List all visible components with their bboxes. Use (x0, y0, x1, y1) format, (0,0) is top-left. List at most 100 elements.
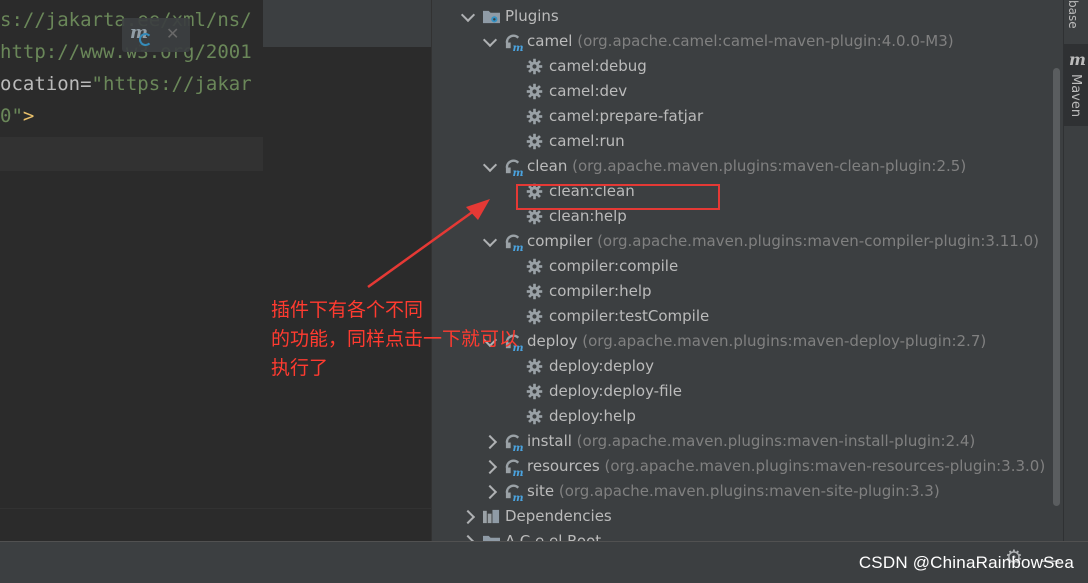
maven-plugin-icon: m (504, 233, 524, 254)
maven-plugin-icon: m (504, 33, 524, 54)
maven-plugin-icon: m (504, 483, 524, 504)
node-name: compiler (527, 232, 593, 250)
maven-reload-icon[interactable]: m (130, 23, 152, 46)
annotation-line: 执行了 (271, 357, 329, 379)
node-coordinates: (org.apache.camel:camel-maven-plugin:4.0… (572, 32, 954, 50)
tree-node-label: camel:prepare-fatjar (549, 104, 703, 129)
tree-node-label: Plugins (505, 4, 559, 29)
svg-text:m: m (513, 492, 523, 502)
database-tab[interactable]: base (1066, 0, 1080, 29)
gear-icon (526, 408, 544, 426)
tree-node-clean[interactable]: m clean (org.apache.maven.plugins:maven-c… (432, 154, 1052, 179)
tree-node-compiler[interactable]: m compiler (org.apache.maven.plugins:mave… (432, 229, 1052, 254)
tree-node-camel[interactable]: m camel (org.apache.camel:camel-maven-plu… (432, 29, 1052, 54)
maven-tab[interactable]: m Maven (1064, 44, 1088, 126)
node-coordinates: (org.apache.maven.plugins:maven-clean-pl… (567, 157, 967, 175)
node-name: A.C.e.el.Root (505, 532, 602, 541)
editor-tab-area (263, 0, 431, 47)
maven-plugin-icon: m (504, 458, 524, 479)
tree-node-dependencies[interactable]: Dependencies (432, 504, 1052, 529)
svg-text:m: m (513, 242, 523, 252)
maven-tab-label: Maven (1068, 74, 1083, 118)
tree-node-label: deploy:help (549, 404, 636, 429)
gear-icon (526, 133, 544, 151)
node-name: Dependencies (505, 507, 612, 525)
maven-reload-popup[interactable]: m ✕ (122, 18, 190, 52)
chevron-right-icon[interactable] (460, 509, 476, 525)
node-coordinates: (org.apache.maven.plugins:maven-deploy-p… (577, 332, 987, 350)
folder-icon (482, 8, 500, 26)
folder-icon (482, 533, 500, 541)
goal-compiler-compile[interactable]: compiler:compile (432, 254, 1052, 279)
tree-node-label: compiler:compile (549, 254, 678, 279)
tree-node-label: camel:debug (549, 54, 647, 79)
node-coordinates: (org.apache.maven.plugins:maven-resource… (599, 457, 1046, 475)
tree-node-plugins[interactable]: Plugins (432, 4, 1052, 29)
node-name: camel:run (549, 132, 625, 150)
close-icon[interactable]: ✕ (166, 24, 179, 43)
editor-gap (263, 47, 431, 508)
tree-node-label: install (org.apache.maven.plugins:maven-… (527, 429, 975, 454)
editor-status-strip (0, 508, 431, 542)
tree-node-label: compiler (org.apache.maven.plugins:maven… (527, 229, 1039, 254)
svg-text:m: m (513, 167, 523, 177)
chevron-right-icon[interactable] (482, 484, 498, 500)
chevron-down-icon[interactable] (482, 232, 498, 248)
svg-text:m: m (513, 442, 523, 452)
code-editor[interactable]: s://jakarta.ee/xml/ns/http://www.w3.org/… (0, 0, 263, 508)
node-name: resources (527, 457, 600, 475)
tree-node-label: Dependencies (505, 504, 612, 529)
node-name: camel:debug (549, 57, 647, 75)
node-name: camel:dev (549, 82, 628, 100)
goal-camel-prepare-fatjar[interactable]: camel:prepare-fatjar (432, 104, 1052, 129)
annotation-line: 插件下有各个不同 (271, 299, 424, 321)
tree-node-label: deploy (org.apache.maven.plugins:maven-d… (527, 329, 986, 354)
goal-camel-debug[interactable]: camel:debug (432, 54, 1052, 79)
chevron-right-icon[interactable] (482, 434, 498, 450)
svg-text:m: m (513, 42, 523, 52)
tree-node-site[interactable]: m site (org.apache.maven.plugins:maven-si… (432, 479, 1052, 504)
watermark: CSDN @ChinaRainbowSea (858, 553, 1074, 572)
annotation-text: 插件下有各个不同 的功能，同样点击一下就可以 执行了 (271, 296, 591, 383)
tree-node-install[interactable]: m install (org.apache.maven.plugins:maven… (432, 429, 1052, 454)
tree-node-label: resources (org.apache.maven.plugins:mave… (527, 454, 1045, 479)
code-token: ocation (0, 73, 81, 95)
node-name: clean (527, 157, 568, 175)
highlight-box (516, 184, 720, 210)
node-name: install (527, 432, 572, 450)
maven-tool-window[interactable]: Plugins m camel (org.apache.camel:camel-ma… (431, 0, 1064, 541)
chevron-down-icon[interactable] (482, 157, 498, 173)
gear-icon (526, 58, 544, 76)
chevron-down-icon[interactable] (482, 32, 498, 48)
annotation-line: 的功能，同样点击一下就可以 (271, 328, 519, 350)
code-line: 0"> (0, 100, 34, 132)
tree-node-label: camel:dev (549, 79, 627, 104)
tree-node-a-c-e-el-root[interactable]: A.C.e.el.Root (432, 529, 1052, 541)
code-line: ocation="https://jakar (0, 68, 252, 100)
tree-node-label: clean (org.apache.maven.plugins:maven-cl… (527, 154, 966, 179)
goal-deploy-help[interactable]: deploy:help (432, 404, 1052, 429)
code-token: 0" (0, 105, 23, 127)
gear-icon (526, 108, 544, 126)
code-token: = (80, 73, 92, 95)
dependencies-icon (482, 508, 500, 526)
chevron-right-icon[interactable] (482, 459, 498, 475)
node-name: camel (527, 32, 573, 50)
maven-plugin-icon: m (504, 158, 524, 179)
tree-scrollbar[interactable] (1053, 68, 1060, 506)
goal-camel-run[interactable]: camel:run (432, 129, 1052, 154)
node-name: deploy:deploy-file (549, 382, 682, 400)
tree-node-label: camel:run (549, 129, 625, 154)
tree-node-label: camel (org.apache.camel:camel-maven-plug… (527, 29, 954, 54)
gear-icon (526, 208, 544, 226)
node-coordinates: (org.apache.maven.plugins:maven-site-plu… (554, 482, 940, 500)
node-coordinates: (org.apache.maven.plugins:maven-compiler… (592, 232, 1039, 250)
chevron-down-icon[interactable] (460, 7, 476, 23)
goal-camel-dev[interactable]: camel:dev (432, 79, 1052, 104)
maven-icon: m (1069, 50, 1086, 69)
node-name: camel:prepare-fatjar (549, 107, 704, 125)
svg-text:m: m (513, 467, 523, 477)
node-coordinates: (org.apache.maven.plugins:maven-install-… (571, 432, 976, 450)
tree-node-resources[interactable]: m resources (org.apache.maven.plugins:mav… (432, 454, 1052, 479)
maven-plugin-icon: m (504, 433, 524, 454)
